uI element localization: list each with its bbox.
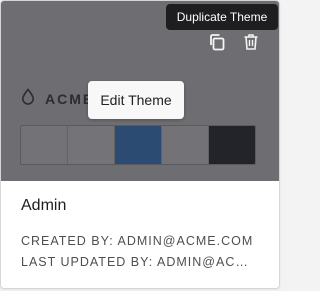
color-swatch[interactable] <box>209 126 255 164</box>
brand-logo: ACME <box>21 88 94 110</box>
color-swatch[interactable] <box>115 126 162 164</box>
theme-card-stage: ACME Admin CREATED BY: ADMIN@ACME.COM LA… <box>0 0 280 291</box>
color-swatches <box>20 125 256 165</box>
edit-theme-tooltip: Edit Theme <box>88 81 184 119</box>
brand-name: ACME <box>45 91 95 107</box>
drop-icon <box>21 88 35 110</box>
theme-card[interactable]: ACME Admin CREATED BY: ADMIN@ACME.COM LA… <box>0 0 280 289</box>
card-actions <box>207 32 261 52</box>
theme-name: Admin <box>21 197 67 214</box>
color-swatch[interactable] <box>68 126 115 164</box>
created-by-text: CREATED BY: ADMIN@ACME.COM <box>21 234 254 248</box>
theme-info: Admin CREATED BY: ADMIN@ACME.COM LAST UP… <box>21 197 261 273</box>
last-updated-by-text: LAST UPDATED BY: ADMIN@ACME.COM <box>21 255 257 269</box>
color-swatch[interactable] <box>162 126 209 164</box>
trash-icon[interactable] <box>241 32 261 52</box>
copy-icon[interactable] <box>207 32 227 52</box>
duplicate-theme-tooltip: Duplicate Theme <box>166 4 278 30</box>
color-swatch[interactable] <box>21 126 68 164</box>
